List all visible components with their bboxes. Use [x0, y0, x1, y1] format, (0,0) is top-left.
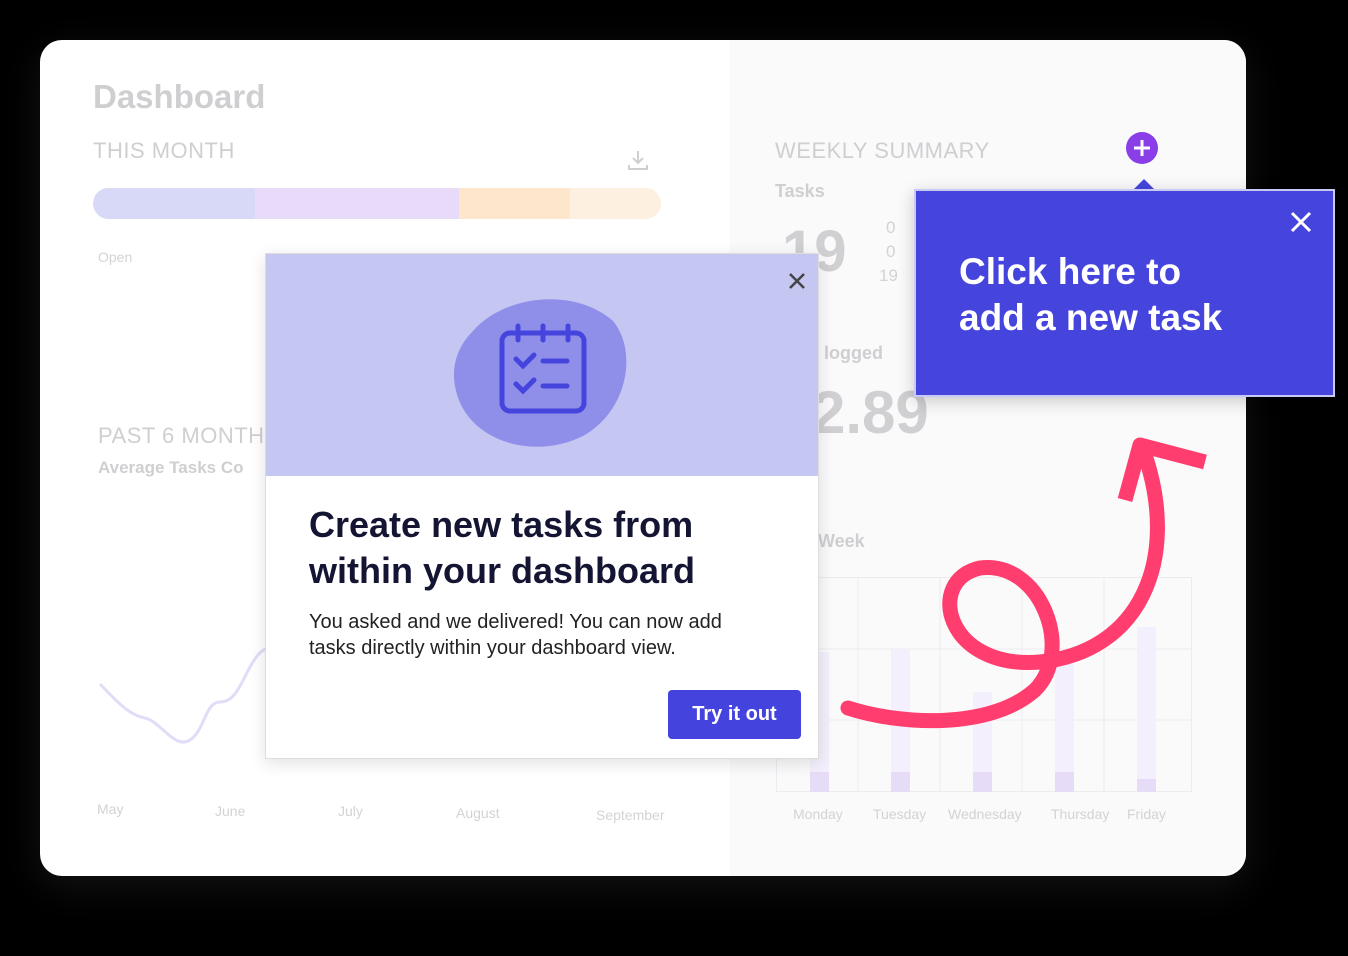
tooltip-close-icon[interactable] — [1290, 211, 1312, 233]
calendar-checklist-icon — [453, 299, 627, 447]
modal-body: You asked and we delivered! You can now … — [309, 609, 722, 661]
add-task-tooltip: Click here to add a new task — [914, 189, 1335, 397]
feature-announcement-modal: Create new tasks from within your dashboa… — [265, 253, 819, 759]
modal-heading: Create new tasks from within your dashboa… — [309, 502, 695, 594]
modal-body-line-1: You asked and we delivered! You can now … — [309, 611, 722, 633]
modal-illustration — [266, 254, 818, 476]
tooltip-line-1: Click here to — [959, 251, 1182, 292]
tooltip-text: Click here to add a new task — [959, 249, 1222, 341]
try-it-out-button[interactable]: Try it out — [668, 690, 801, 739]
modal-heading-line-2: within your dashboard — [309, 550, 696, 591]
tooltip-line-2: add a new task — [959, 297, 1223, 338]
modal-body-line-2: tasks directly within your dashboard vie… — [309, 637, 676, 659]
modal-heading-line-1: Create new tasks from — [309, 504, 694, 545]
modal-close-icon[interactable] — [788, 272, 806, 290]
